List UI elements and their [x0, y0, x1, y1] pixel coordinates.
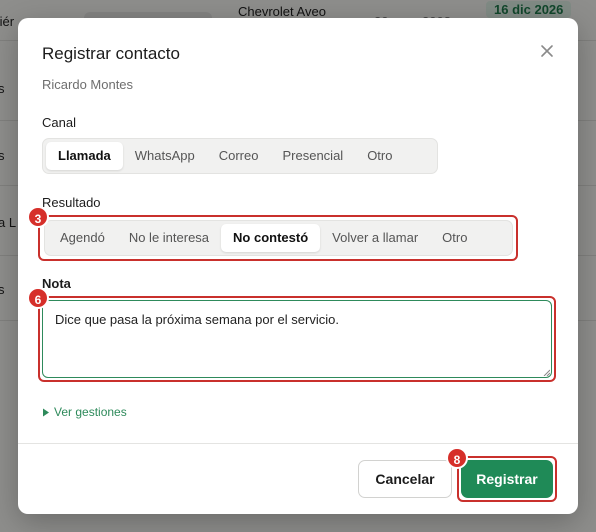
highlight-box-resultado — [38, 215, 518, 261]
triangle-right-icon — [43, 408, 49, 417]
nota-label: Nota — [42, 276, 71, 291]
canal-option-llamada[interactable]: Llamada — [46, 142, 123, 170]
ver-gestiones-toggle[interactable]: Ver gestiones — [42, 405, 127, 419]
ver-gestiones-label: Ver gestiones — [54, 405, 127, 419]
canal-option-correo[interactable]: Correo — [207, 142, 271, 170]
cancel-button[interactable]: Cancelar — [358, 460, 452, 498]
contact-name: Ricardo Montes — [42, 77, 134, 92]
canal-option-whatsapp[interactable]: WhatsApp — [123, 142, 207, 170]
annotation-badge: 3 — [27, 206, 49, 228]
register-contact-dialog: Registrar contacto Ricardo Montes Canal … — [18, 18, 578, 514]
resultado-label: Resultado — [42, 195, 101, 210]
canal-option-otro[interactable]: Otro — [355, 142, 404, 170]
canal-option-presencial[interactable]: Presencial — [270, 142, 355, 170]
highlight-box-register — [457, 456, 557, 502]
close-icon[interactable] — [538, 42, 556, 60]
dialog-title: Registrar contacto — [42, 44, 180, 63]
footer-divider — [18, 443, 578, 444]
annotation-badge: 6 — [27, 287, 49, 309]
canal-segmented-control: Llamada WhatsApp Correo Presencial Otro — [42, 138, 438, 174]
annotation-badge: 8 — [446, 447, 468, 469]
canal-label: Canal — [42, 115, 76, 130]
highlight-box-nota — [38, 296, 556, 382]
